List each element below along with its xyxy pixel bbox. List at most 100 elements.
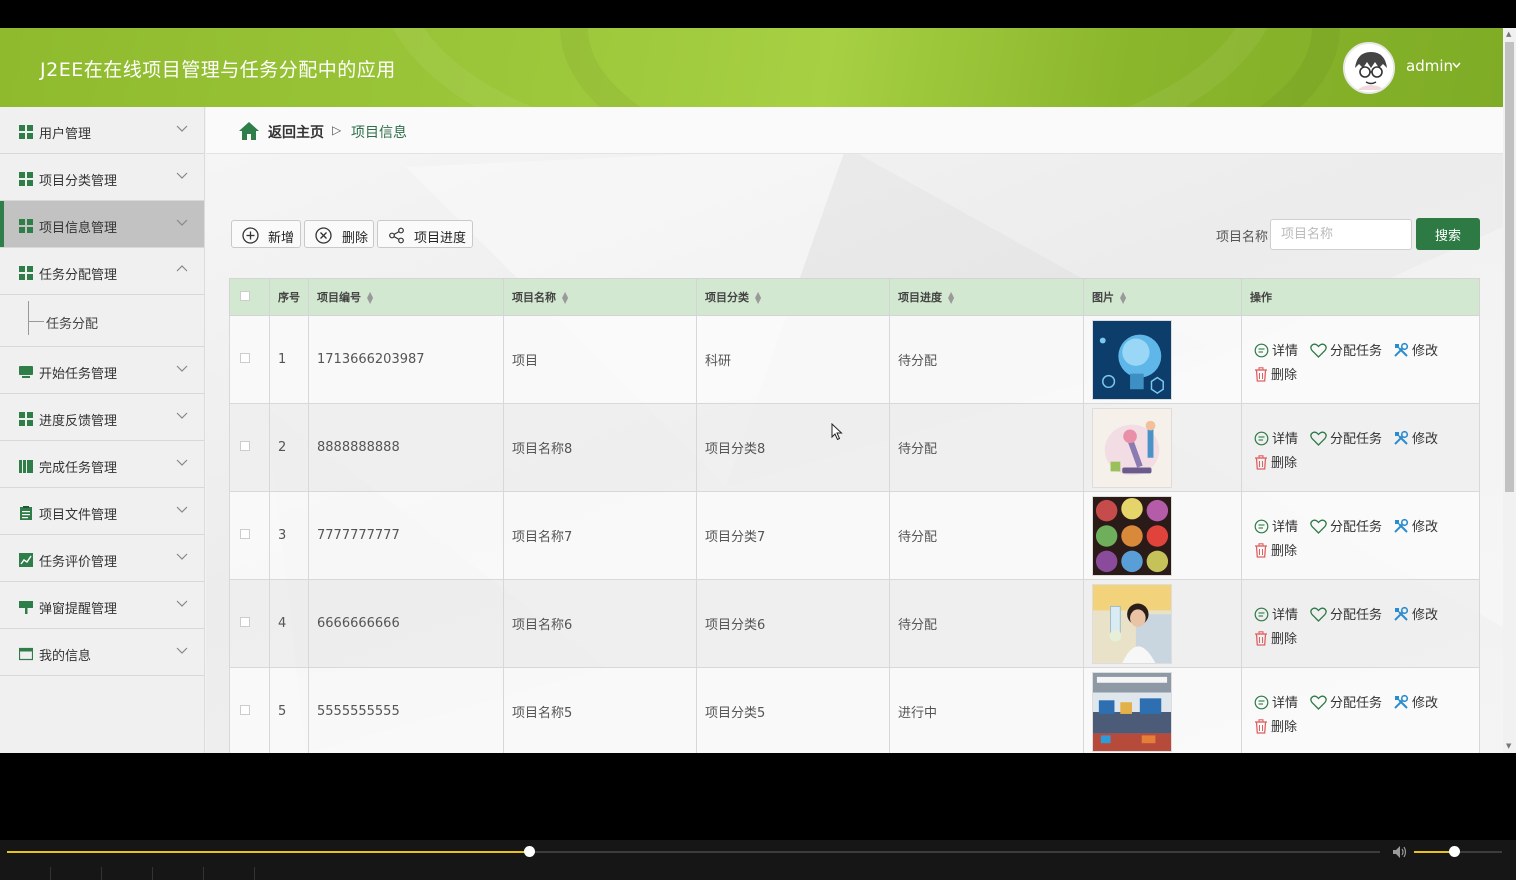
delete-link[interactable]: 删除 [1254, 716, 1297, 735]
delete-link[interactable]: 删除 [1254, 452, 1297, 471]
mouse-cursor-icon [831, 423, 843, 441]
project-image-thumbnail[interactable] [1092, 319, 1172, 400]
scroll-down-icon[interactable]: ▼ [1506, 742, 1511, 750]
project-image-thumbnail[interactable] [1092, 583, 1172, 664]
row-select-cell[interactable] [229, 315, 270, 404]
scroll-up-icon[interactable]: ▲ [1506, 30, 1511, 38]
seek-bar-handle[interactable] [523, 846, 535, 857]
home-icon[interactable] [238, 121, 260, 141]
row-checkbox[interactable] [240, 617, 250, 627]
chevron-down-icon[interactable] [176, 550, 188, 562]
search-input[interactable] [1270, 219, 1412, 250]
assign-task-link[interactable]: 分配任务 [1310, 604, 1382, 623]
edit-link[interactable]: 修改 [1393, 516, 1438, 535]
row-select-cell[interactable] [229, 491, 270, 580]
column-header-category[interactable]: 项目分类 ▲ ▼ [696, 278, 890, 316]
project-name: 项目 [503, 315, 697, 404]
project-image-thumbnail[interactable] [1092, 407, 1172, 488]
detail-link[interactable]: 详情 [1254, 516, 1298, 535]
row-checkbox[interactable] [240, 353, 250, 363]
sort-icon[interactable]: ▲ ▼ [1120, 291, 1126, 305]
detail-link[interactable]: 详情 [1254, 340, 1298, 359]
row-select-cell[interactable] [229, 579, 270, 668]
sidebar-item-10[interactable]: 我的信息 [0, 629, 204, 676]
select-all-checkbox[interactable] [240, 290, 250, 301]
user-avatar[interactable] [1343, 42, 1395, 94]
chevron-down-icon[interactable] [176, 503, 188, 515]
row-checkbox[interactable] [240, 705, 250, 715]
row-checkbox[interactable] [240, 441, 250, 451]
sidebar-item-0[interactable]: 用户管理 [0, 107, 204, 154]
search-button[interactable]: 搜索 [1416, 218, 1480, 250]
chevron-down-icon[interactable] [176, 456, 188, 468]
assign-task-link[interactable]: 分配任务 [1310, 692, 1382, 711]
sidebar-item-2[interactable]: 项目信息管理 [0, 201, 204, 248]
add-button[interactable]: 新增 [231, 220, 301, 248]
chevron-down-icon[interactable] [176, 409, 188, 421]
edit-link[interactable]: 修改 [1393, 692, 1438, 711]
detail-link[interactable]: 详情 [1254, 428, 1298, 447]
volume-slider-handle[interactable] [1448, 846, 1460, 857]
chevron-down-icon[interactable] [176, 122, 188, 134]
chevron-down-icon[interactable] [176, 362, 188, 374]
sidebar-item-5[interactable]: 进度反馈管理 [0, 394, 204, 441]
project-name: 项目名称6 [503, 579, 697, 668]
row-checkbox[interactable] [240, 529, 250, 539]
column-header-code[interactable]: 项目编号 ▲ ▼ [308, 278, 504, 316]
project-progress-button[interactable]: 项目进度 [377, 220, 473, 248]
sidebar-item-8[interactable]: 任务评价管理 [0, 535, 204, 582]
sidebar-item-7[interactable]: 项目文件管理 [0, 488, 204, 535]
vertical-scrollbar[interactable]: ▲ ▼ [1503, 28, 1516, 753]
detail-link[interactable]: 详情 [1254, 604, 1298, 623]
project-image-thumbnail[interactable] [1092, 495, 1172, 576]
sort-icon[interactable]: ▲ ▼ [948, 291, 954, 305]
table-row[interactable]: 5 5555555555 项目名称5 项目分类5 进行中 详情 分配任务 修改 … [229, 667, 1480, 753]
delete-link[interactable]: 删除 [1254, 628, 1297, 647]
grid-icon [19, 172, 33, 186]
assign-task-link[interactable]: 分配任务 [1310, 340, 1382, 359]
sort-icon[interactable]: ▲ ▼ [367, 291, 373, 305]
column-header-progress[interactable]: 项目进度 ▲ ▼ [889, 278, 1084, 316]
chevron-down-icon[interactable] [176, 597, 188, 609]
sidebar-item-6[interactable]: 完成任务管理 [0, 441, 204, 488]
table-row[interactable]: 1 1713666203987 项目 科研 待分配 详情 分配任务 修改 删除 [229, 315, 1480, 404]
chevron-down-icon[interactable] [176, 169, 188, 181]
edit-link[interactable]: 修改 [1393, 428, 1438, 447]
sidebar-item-1[interactable]: 项目分类管理 [0, 154, 204, 201]
chevron-down-icon[interactable] [176, 216, 188, 228]
sidebar-item-9[interactable]: 弹窗提醒管理 [0, 582, 204, 629]
table-row[interactable]: 2 8888888888 项目名称8 项目分类8 待分配 详情 分配任务 修改 … [229, 403, 1480, 492]
sidebar-item-4[interactable]: 开始任务管理 [0, 347, 204, 394]
sort-icon[interactable]: ▲ ▼ [755, 291, 761, 305]
sidebar-item-3[interactable]: 任务分配管理 [0, 248, 204, 295]
scrollbar-thumb[interactable] [1505, 42, 1514, 492]
assign-label: 分配任务 [1330, 519, 1383, 535]
column-header-name[interactable]: 项目名称 ▲ ▼ [503, 278, 697, 316]
assign-task-link[interactable]: 分配任务 [1310, 516, 1382, 535]
assign-task-link[interactable]: 分配任务 [1310, 428, 1382, 447]
project-image-thumbnail[interactable] [1092, 671, 1172, 752]
chevron-down-icon[interactable] [1452, 61, 1461, 72]
delete-link[interactable]: 删除 [1254, 364, 1297, 383]
delete-link[interactable]: 删除 [1254, 540, 1297, 559]
column-header-image[interactable]: 图片 ▲ ▼ [1083, 278, 1242, 316]
breadcrumb-home-link[interactable]: 返回主页 [268, 122, 324, 142]
edit-link[interactable]: 修改 [1393, 604, 1438, 623]
chevron-down-icon[interactable] [176, 644, 188, 656]
sidebar-subitem[interactable]: 任务分配 [0, 295, 204, 347]
sort-icon[interactable]: ▲ ▼ [562, 291, 568, 305]
select-all-cell[interactable] [229, 278, 270, 316]
edit-link[interactable]: 修改 [1393, 340, 1438, 359]
user-name[interactable]: admin [1406, 57, 1453, 75]
project-code: 1713666203987 [308, 315, 504, 404]
volume-icon[interactable] [1392, 845, 1408, 859]
table-row[interactable]: 3 7777777777 项目名称7 项目分类7 待分配 详情 分配任务 修改 … [229, 491, 1480, 580]
table-row[interactable]: 4 6666666666 项目名称6 项目分类6 待分配 详情 分配任务 修改 … [229, 579, 1480, 668]
tools-icon [1393, 518, 1412, 535]
seek-bar[interactable] [7, 851, 1380, 853]
chevron-up-icon[interactable] [176, 263, 188, 275]
delete-button[interactable]: 删除 [304, 220, 374, 248]
detail-link[interactable]: 详情 [1254, 692, 1298, 711]
row-select-cell[interactable] [229, 667, 270, 753]
row-select-cell[interactable] [229, 403, 270, 492]
